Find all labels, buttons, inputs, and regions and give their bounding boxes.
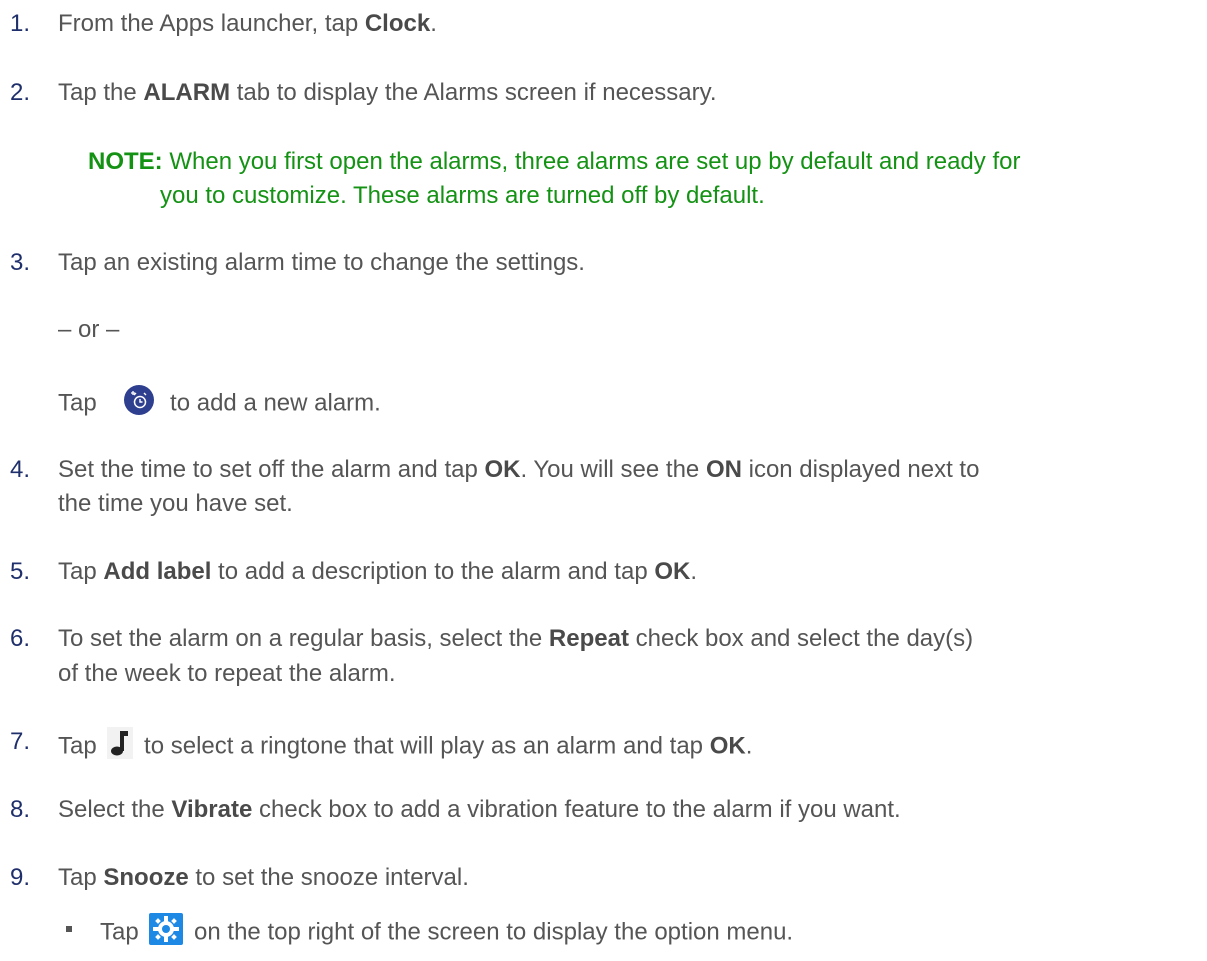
step-text: . You will see the — [520, 456, 706, 483]
step-text: . — [430, 10, 437, 37]
step-number: 7. — [10, 728, 31, 755]
bold-term: Clock — [364, 10, 431, 37]
step-text: . — [745, 732, 753, 760]
step-text: check box and select the day(s) — [628, 625, 974, 652]
bold-term: ON — [705, 456, 742, 483]
step-text: to add a description to the alarm and ta… — [211, 558, 655, 585]
step-text: icon displayed next to — [741, 456, 980, 483]
step-number: 4. — [10, 456, 31, 483]
step-text: Tap — [58, 558, 104, 585]
step-text: Tap — [58, 732, 104, 760]
bold-term: Snooze — [103, 864, 189, 891]
bold-term: OK — [484, 456, 521, 483]
note-line-1: NOTE: When you first open the alarms, th… — [88, 147, 1020, 177]
note-label: NOTE: — [88, 148, 163, 175]
settings-gear-icon — [149, 913, 184, 953]
step-number: 2. — [10, 79, 31, 106]
step-number: 1. — [10, 10, 31, 37]
step-text: To set the alarm on a regular basis, sel… — [58, 625, 549, 652]
step-text: Set the time to set off the alarm and ta… — [58, 456, 485, 483]
step-text: From the Apps launcher, tap — [58, 10, 365, 37]
step-text: to set the snooze interval. — [188, 864, 469, 891]
step-4-continued: the time you have set. — [58, 490, 293, 517]
step-text: Tap an existing alarm time to change the… — [58, 249, 585, 276]
step-text: to select a ringtone that will play as a… — [137, 732, 710, 760]
add-alarm-line: Tap to add a new alarm. — [58, 384, 381, 424]
sub-bullet-text: Tap — [100, 918, 146, 946]
step-number: 5. — [10, 558, 31, 585]
bold-term: Vibrate — [171, 796, 253, 823]
note-line-2: you to customize. These alarms are turne… — [160, 182, 765, 209]
bold-term: OK — [654, 558, 691, 585]
note-text: When you first open the alarms, three al… — [162, 148, 1021, 175]
step-text: tab to display the Alarms screen if nece… — [230, 79, 717, 106]
step-number: 3. — [10, 249, 31, 276]
step-number: 6. — [10, 625, 31, 652]
sub-bullet-text: on the top right of the screen to displa… — [187, 918, 794, 946]
sub-bullet: Tap on the top right of the screen to di… — [100, 913, 793, 953]
music-note-icon — [107, 727, 134, 767]
step-6-continued: of the week to repeat the alarm. — [58, 660, 396, 687]
step-text: Tap — [58, 864, 104, 891]
step-number: 8. — [10, 796, 31, 823]
bullet-marker — [66, 926, 72, 932]
or-separator: – or – — [58, 316, 120, 343]
step-text: Tap the — [58, 79, 144, 106]
bold-term: ALARM — [143, 79, 231, 106]
add-alarm-text: to add a new alarm. — [163, 389, 381, 417]
bold-term: OK — [709, 732, 746, 760]
add-alarm-icon — [123, 384, 155, 424]
step-text: . — [690, 558, 698, 585]
bold-term: Add label — [103, 558, 212, 585]
bold-term: Repeat — [548, 625, 629, 652]
step-text: Select the — [58, 796, 172, 823]
add-alarm-text: Tap — [58, 389, 104, 417]
step-text: check box to add a vibration feature to … — [252, 796, 901, 823]
step-number: 9. — [10, 864, 31, 891]
